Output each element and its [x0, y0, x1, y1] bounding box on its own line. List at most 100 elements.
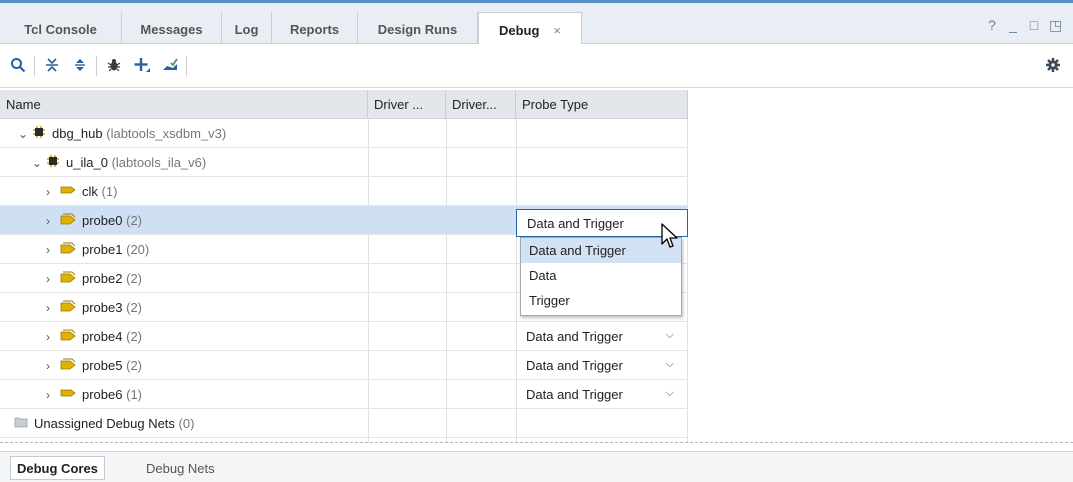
node-meta: (2)	[126, 271, 142, 286]
minimize-icon[interactable]: _	[1007, 17, 1019, 34]
node-label: probe0	[82, 213, 123, 228]
bus-icon	[60, 241, 76, 258]
tab-debug[interactable]: Debug ×	[478, 12, 582, 47]
tab-label: Log	[234, 22, 259, 37]
toolbar-separator	[34, 56, 35, 76]
add-probe-icon[interactable]	[132, 54, 152, 76]
panel-divider	[0, 442, 1073, 443]
node-label: u_ila_0	[66, 155, 108, 170]
collapse-all-icon[interactable]	[42, 54, 62, 76]
node-meta: (2)	[126, 329, 142, 344]
bus-icon	[60, 328, 76, 345]
tree-node: › probe2 (2)	[46, 264, 142, 293]
node-label: probe5	[82, 358, 123, 373]
column-header-driver-1[interactable]: Driver ...	[368, 90, 446, 119]
tree-node: › probe3 (2)	[46, 293, 142, 322]
column-header-driver-2[interactable]: Driver...	[446, 90, 516, 119]
tab-design-runs[interactable]: Design Runs	[358, 12, 478, 47]
node-meta: (labtools_ila_v6)	[111, 155, 207, 170]
expand-chevron-icon[interactable]: ›	[46, 301, 60, 315]
node-meta: (2)	[126, 213, 142, 228]
expand-chevron-icon[interactable]: ›	[46, 330, 60, 344]
tab-reports[interactable]: Reports	[272, 12, 358, 47]
tab-label: Reports	[289, 22, 340, 37]
probe-type-value: Data and Trigger	[526, 329, 623, 344]
node-label: Unassigned Debug Nets	[34, 416, 175, 431]
probe-type-select[interactable]: Data and Trigger ⌵	[520, 380, 688, 409]
node-label: dbg_hub	[52, 126, 103, 141]
menu-item-trigger[interactable]: Trigger	[521, 288, 681, 313]
tab-tcl-console[interactable]: Tcl Console	[0, 12, 122, 47]
expand-chevron-icon[interactable]: ›	[46, 388, 60, 402]
table-header: Name Driver ... Driver... Probe Type	[0, 90, 688, 119]
table-row[interactable]: ⌄ dbg_hub (labtools_xsdbm_v3)	[0, 119, 688, 148]
node-meta: (0)	[178, 416, 195, 431]
net-icon	[60, 184, 76, 199]
table-row[interactable]: › probe5 (2) Data and Trigger ⌵	[0, 351, 688, 380]
probe-type-select[interactable]: Data and Trigger ⌵	[520, 351, 688, 380]
collapse-chevron-icon[interactable]: ⌄	[32, 156, 46, 170]
bus-icon	[60, 270, 76, 287]
chip-icon	[46, 154, 60, 171]
table-row[interactable]: › probe6 (1) Data and Trigger ⌵	[0, 380, 688, 409]
chevron-down-icon[interactable]: ⌵	[666, 329, 674, 342]
debug-toolbar	[0, 44, 1073, 88]
tab-debug-cores[interactable]: Debug Cores	[10, 456, 105, 480]
toolbar-separator	[96, 56, 97, 76]
collapse-chevron-icon[interactable]: ⌄	[18, 127, 32, 141]
probe-type-dropdown-menu: Data and Trigger Data Trigger	[520, 237, 682, 316]
mouse-pointer-icon	[660, 222, 682, 250]
probe-type-selected-value: Data and Trigger	[527, 215, 624, 231]
expand-chevron-icon[interactable]: ›	[46, 359, 60, 373]
chevron-down-icon[interactable]: ⌵	[666, 358, 674, 371]
node-label: probe1	[82, 242, 123, 257]
expand-all-icon[interactable]	[70, 54, 90, 76]
tab-label: Design Runs	[377, 22, 458, 37]
tree-node: ⌄ dbg_hub (labtools_xsdbm_v3)	[18, 119, 226, 148]
probe-type-select[interactable]: Data and Trigger ⌵	[520, 322, 688, 351]
node-meta: (labtools_xsdbm_v3)	[106, 126, 227, 141]
tree-node: Unassigned Debug Nets (0)	[14, 409, 194, 438]
tree-node: › probe0 (2)	[46, 206, 142, 235]
node-label: probe6	[82, 387, 123, 402]
float-icon[interactable]: ◳	[1049, 17, 1062, 34]
tab-label: Tcl Console	[24, 22, 97, 37]
close-tab-icon[interactable]: ×	[553, 23, 561, 38]
menu-item-data-and-trigger[interactable]: Data and Trigger	[521, 238, 681, 263]
tree-node: › probe6 (1)	[46, 380, 142, 409]
search-icon[interactable]	[8, 54, 28, 76]
chevron-down-icon[interactable]: ⌵	[666, 387, 674, 400]
net-icon	[60, 387, 76, 402]
tree-node: ⌄ u_ila_0 (labtools_ila_v6)	[32, 148, 206, 177]
debug-bug-icon[interactable]	[104, 54, 124, 76]
column-header-name[interactable]: Name	[0, 90, 368, 119]
table-row[interactable]: Unassigned Debug Nets (0)	[0, 409, 688, 438]
tab-log[interactable]: Log	[222, 12, 272, 47]
menu-item-data[interactable]: Data	[521, 263, 681, 288]
expand-chevron-icon[interactable]: ›	[46, 243, 60, 257]
node-meta: (1)	[126, 387, 142, 402]
table-row[interactable]: › probe4 (2) Data and Trigger ⌵	[0, 322, 688, 351]
tab-messages[interactable]: Messages	[122, 12, 222, 47]
tab-debug-nets[interactable]: Debug Nets	[140, 456, 221, 480]
expand-chevron-icon[interactable]: ›	[46, 185, 60, 199]
gear-icon[interactable]	[1043, 54, 1063, 76]
table-row[interactable]: ⌄ u_ila_0 (labtools_ila_v6)	[0, 148, 688, 177]
node-label: probe3	[82, 300, 123, 315]
tree-node: › probe4 (2)	[46, 322, 142, 351]
expand-chevron-icon[interactable]: ›	[46, 272, 60, 286]
column-header-probe-type[interactable]: Probe Type	[516, 90, 688, 119]
node-label: probe4	[82, 329, 123, 344]
folder-icon	[14, 416, 28, 431]
maximize-icon[interactable]: □	[1028, 17, 1040, 34]
node-meta: (2)	[126, 300, 142, 315]
panel-tab-bar: Tcl Console Messages Log Reports Design …	[0, 0, 1073, 47]
expand-chevron-icon[interactable]: ›	[46, 214, 60, 228]
bus-icon	[60, 212, 76, 229]
bottom-tab-bar: Debug Cores Debug Nets	[0, 451, 1073, 482]
table-row[interactable]: › clk (1)	[0, 177, 688, 206]
help-icon[interactable]: ?	[986, 17, 998, 34]
toolbar-separator	[186, 56, 187, 76]
bus-icon	[60, 357, 76, 374]
auto-connect-icon[interactable]	[160, 54, 180, 76]
